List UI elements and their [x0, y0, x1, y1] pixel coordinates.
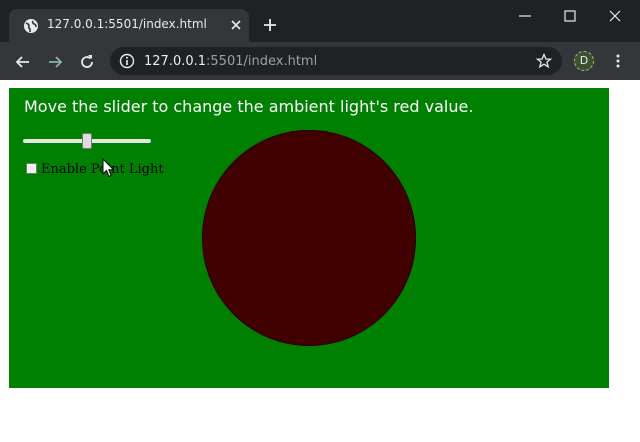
back-arrow-icon[interactable]: [14, 53, 32, 71]
info-icon[interactable]: [119, 53, 135, 69]
globe-icon: [24, 19, 38, 33]
mouse-cursor-icon: [102, 158, 115, 178]
forward-arrow-icon[interactable]: [46, 53, 64, 71]
tab-title: 127.0.0.1:5501/index.html: [47, 17, 207, 31]
browser-tab[interactable]: 127.0.0.1:5501/index.html: [9, 9, 249, 42]
minimize-icon[interactable]: [517, 8, 533, 24]
browser-toolbar: 127.0.0.1:5501/index.html D: [0, 42, 640, 80]
sphere: [202, 130, 416, 346]
close-icon[interactable]: [229, 18, 243, 32]
tab-strip: 127.0.0.1:5501/index.html: [0, 0, 640, 42]
profile-avatar[interactable]: D: [574, 51, 594, 71]
more-vert-icon[interactable]: [610, 53, 626, 69]
url-host: 127.0.0.1: [144, 54, 207, 69]
url-text[interactable]: 127.0.0.1:5501/index.html: [144, 54, 317, 69]
render-canvas: Move the slider to change the ambient li…: [9, 88, 609, 388]
plus-icon[interactable]: [262, 17, 278, 33]
url-path: :5501/index.html: [206, 54, 318, 69]
star-icon[interactable]: [536, 53, 552, 69]
maximize-icon[interactable]: [562, 8, 578, 24]
reload-icon[interactable]: [78, 53, 96, 71]
address-bar[interactable]: 127.0.0.1:5501/index.html: [110, 47, 562, 75]
browser-window: 127.0.0.1:5501/index.html 127.0.0.1:5501…: [0, 0, 640, 442]
instruction-text: Move the slider to change the ambient li…: [24, 97, 474, 116]
red-value-slider-thumb[interactable]: [82, 133, 92, 149]
close-window-icon[interactable]: [607, 8, 623, 24]
page-content: Move the slider to change the ambient li…: [0, 80, 640, 442]
point-light-checkbox[interactable]: [26, 163, 37, 174]
